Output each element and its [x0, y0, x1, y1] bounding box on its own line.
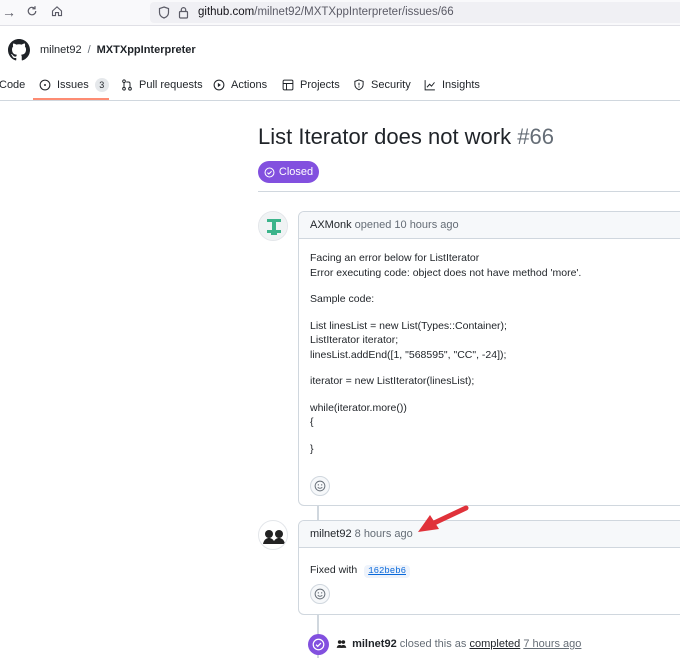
- event-avatar-icon[interactable]: [336, 639, 347, 648]
- tab-security-label: Security: [371, 79, 411, 91]
- tab-pull-requests[interactable]: Pull requests: [121, 75, 203, 101]
- comment-line: ListIterator iterator;: [310, 334, 399, 346]
- comment-line: linesList.addEnd([1, "568595", "CC", -24…: [310, 348, 507, 361]
- comment-body: Fixed with 162beb6: [299, 548, 680, 578]
- event-time-link[interactable]: 7 hours ago: [523, 638, 581, 650]
- active-tab-indicator: [33, 98, 109, 100]
- tab-issues-label: Issues: [57, 79, 89, 91]
- forward-icon[interactable]: →: [2, 4, 16, 20]
- closed-event-text: milnet92 closed this as completed 7 hour…: [336, 638, 581, 650]
- check-circle-icon: [312, 638, 325, 651]
- comment-box: milnet92 8 hours ago Fixed with 162beb6: [298, 520, 680, 615]
- lock-icon[interactable]: [178, 6, 189, 24]
- closed-event-badge: [308, 634, 329, 655]
- comment-meta: 8 hours ago: [354, 528, 413, 540]
- comment-line: }: [310, 442, 314, 455]
- repo-owner-link[interactable]: milnet92: [40, 44, 82, 56]
- comment-author[interactable]: AXMonk: [310, 219, 352, 231]
- comment-line: Facing an error below for ListIterator: [310, 252, 480, 264]
- url-host: github.com: [198, 6, 255, 18]
- home-icon[interactable]: [51, 4, 63, 20]
- browser-toolbar: → github.com/milnet92/MXTXppInterpreter/…: [0, 0, 680, 26]
- url-bar[interactable]: github.com/milnet92/MXTXppInterpreter/is…: [150, 2, 680, 23]
- event-reason-link[interactable]: completed: [469, 638, 520, 650]
- comment-line: iterator = new ListIterator(linesList);: [310, 375, 475, 387]
- comment-paragraph: List linesList = new List(Types::Contain…: [310, 319, 680, 363]
- add-reaction-button[interactable]: [310, 476, 330, 496]
- tab-actions-label: Actions: [231, 79, 268, 91]
- tab-actions[interactable]: Actions: [213, 75, 267, 101]
- issue-icon: [39, 79, 51, 91]
- event-author[interactable]: milnet92: [352, 638, 397, 650]
- table-icon: [282, 79, 294, 91]
- tracking-shield-icon[interactable]: [158, 6, 170, 24]
- play-icon: [213, 79, 225, 91]
- tab-pull-requests-label: Pull requests: [139, 79, 203, 91]
- comment-line: Sample code:: [310, 293, 375, 305]
- event-action-text: closed this as: [399, 638, 467, 650]
- comment-body: Facing an error below for ListIterator Er…: [299, 239, 680, 456]
- add-reaction-button[interactable]: [310, 584, 330, 604]
- tab-code[interactable]: Code: [0, 75, 25, 101]
- comment-header: milnet92 8 hours ago: [299, 521, 680, 548]
- tab-projects[interactable]: Projects: [282, 75, 340, 101]
- repo-name-link[interactable]: MXTXppInterpreter: [97, 44, 196, 56]
- tab-projects-label: Projects: [300, 79, 340, 91]
- issue-number: #66: [517, 124, 554, 149]
- github-logo-icon[interactable]: [8, 39, 30, 61]
- comment-line: while(iterator.more()): [310, 401, 407, 414]
- tab-security[interactable]: Security: [353, 75, 411, 101]
- issue-state-badge: Closed: [258, 161, 319, 183]
- pull-request-icon: [122, 79, 132, 91]
- breadcrumb: milnet92 / MXTXppInterpreter: [40, 44, 196, 56]
- reload-icon[interactable]: [26, 4, 38, 20]
- comment-text: Fixed with: [310, 564, 358, 576]
- shield-icon: [354, 79, 364, 91]
- avatar-axmonk[interactable]: [258, 211, 288, 241]
- comment-line: List linesList = new List(Types::Contain…: [310, 319, 507, 332]
- tab-insights[interactable]: Insights: [424, 75, 480, 101]
- check-circle-icon: [264, 167, 275, 177]
- tab-code-label: Code: [0, 79, 26, 91]
- comment-paragraph: Facing an error below for ListIterator Er…: [310, 251, 680, 280]
- tab-insights-label: Insights: [442, 79, 480, 91]
- identicon-icon: [259, 212, 287, 240]
- comment-line: Error executing code: object does not ha…: [310, 266, 582, 279]
- comment-paragraph: while(iterator.more()) {: [310, 401, 680, 430]
- comment-header: AXMonk opened 10 hours ago: [299, 212, 680, 239]
- comment-meta: opened 10 hours ago: [354, 219, 459, 231]
- title-divider: [258, 191, 680, 192]
- comment-paragraph: }: [310, 442, 680, 457]
- comment-line: {: [310, 416, 314, 428]
- annotation-arrow-icon: [418, 505, 469, 532]
- issues-counter-badge: 3: [94, 78, 109, 92]
- comment-author[interactable]: milnet92: [310, 528, 352, 540]
- graph-icon: [424, 80, 435, 91]
- issue-title: List Iterator does not work #66: [258, 124, 554, 150]
- breadcrumb-separator: /: [87, 44, 91, 56]
- url-text[interactable]: github.com/milnet92/MXTXppInterpreter/is…: [198, 6, 454, 18]
- avatar-image-icon: [263, 530, 285, 544]
- smiley-icon: [314, 480, 326, 492]
- avatar-milnet92[interactable]: [258, 520, 288, 550]
- comment-paragraph: iterator = new ListIterator(linesList);: [310, 374, 680, 389]
- issue-state-label: Closed: [278, 166, 314, 178]
- repo-header: milnet92 / MXTXppInterpreter Code Issues 3…: [0, 27, 680, 101]
- issue-title-text: List Iterator does not work: [258, 124, 512, 149]
- comment-box: AXMonk opened 10 hours ago Facing an err…: [298, 211, 680, 506]
- smiley-icon: [314, 588, 326, 600]
- comment-paragraph: Sample code:: [310, 292, 680, 307]
- url-path: /milnet92/MXTXppInterpreter/issues/66: [254, 6, 454, 18]
- commit-link[interactable]: 162beb6: [364, 565, 410, 578]
